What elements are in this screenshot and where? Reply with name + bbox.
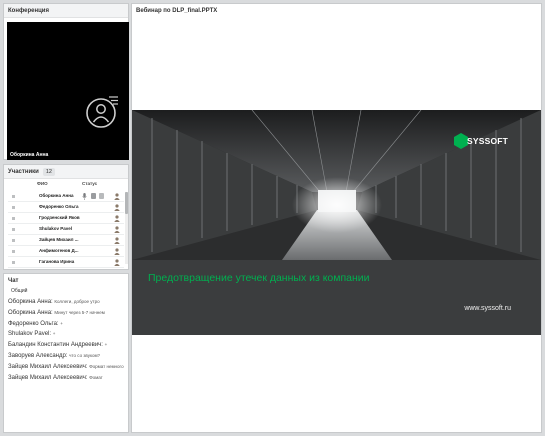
participant-row[interactable]: Оборкина Анна [8,191,124,202]
message-text: Коллеги, доброе утро [54,299,100,304]
chat-message: Оборкина Анна: Коллеги, доброе утро [8,298,126,307]
camera-icon[interactable] [91,193,96,199]
row-checkbox[interactable] [12,261,15,264]
row-checkbox[interactable] [12,228,15,231]
chat-message: Shulakov Pavel: + [8,330,126,339]
message-text: + [104,342,108,348]
user-avatar-icon [114,204,120,211]
logo-shape-icon [454,133,468,149]
message-text: что со звуком? [69,352,101,358]
user-share-icon [86,96,118,128]
row-checkbox[interactable] [12,206,15,209]
participant-row[interactable]: Гродзенский Яков [8,213,124,224]
chat-message: Зайцев Михаил Алексеевич: Фомат [8,374,126,383]
screen-share-icon[interactable] [99,193,104,199]
row-checkbox[interactable] [12,239,15,242]
slide-url: www.syssoft.ru [464,305,511,312]
participants-scrollbar[interactable] [125,192,128,264]
participant-name: Гродзенский Яков [39,215,80,220]
participant-name: Федоренко Ольга [39,204,79,209]
message-text: + [52,331,56,337]
speaker-video[interactable]: Оборкина Анна [7,22,129,160]
message-author: Оборкина Анна: [8,299,53,305]
slide-footer: Предотвращение утечек данных из компании… [132,260,541,335]
participant-name: Анфимогенов Д... [39,248,79,253]
webinar-title: Вебинар по DLP_final.PPTX [132,4,541,18]
user-avatar-icon [114,237,120,244]
user-avatar-icon [114,215,120,222]
participants-title: Участники 12 [4,165,128,179]
message-author: Баландин Константин Андреевич: [8,342,103,349]
participant-row[interactable]: Анфимогенов Д... [8,246,124,257]
chat-title: Чат [4,274,128,288]
row-checkbox[interactable] [12,195,15,198]
participant-name: Оборкина Анна [39,193,74,198]
row-checkbox[interactable] [12,250,15,253]
chat-message: Оборкина Анна: Минут через 5-7 начнем [8,309,126,318]
slide-heading: Предотвращение утечек данных из компании [148,272,370,284]
user-avatar-icon [114,193,120,200]
chat-tab-general[interactable]: Общий [11,288,27,294]
row-checkbox[interactable] [12,217,15,220]
participant-row[interactable]: Зайцев Михаил ... [8,235,124,246]
participant-row[interactable]: Гаганова Ирина [8,257,124,268]
participant-name: Гаганова Ирина [39,259,75,264]
conference-title: Конференция [4,4,128,18]
scrollbar-thumb[interactable] [125,192,128,214]
message-text: Минут через 5-7 начнем [54,309,105,315]
microphone-icon[interactable] [82,193,87,200]
message-text: Формат немного [89,363,124,369]
message-author: Оборкина Анна: [8,309,53,316]
webinar-panel: Вебинар по DLP_final.PPTX Предотвращение… [131,3,542,433]
message-author: Shulakov Pavel: [8,331,52,338]
chat-panel: Чат Общий Оборкина Анна: Коллеги, доброе… [3,273,129,433]
user-avatar-icon [114,248,120,255]
message-author: Зайцев Михаил Алексеевич: [8,374,88,381]
participants-list: Оборкина Анна Федоренко Ольга Гродзенски… [8,191,124,268]
logo-text: SYSSOFT [467,136,509,146]
user-avatar-icon [114,259,120,266]
participant-name: Shulakov Pavel [39,226,73,231]
speaker-name: Оборкина Анна [10,152,49,158]
participants-panel: Участники 12 ФИО Статус Оборкина Анна Фед… [3,164,129,270]
participant-name: Зайцев Михаил ... [39,237,79,242]
conference-panel: Конференция Оборкина Анна [3,3,129,160]
user-avatar-icon [114,226,120,233]
participant-row[interactable]: Федоренко Ольга [8,202,124,213]
syssoft-logo: SYSSOFT [454,129,508,155]
participant-row[interactable]: Shulakov Pavel [8,224,124,235]
message-author: Зайцев Михаил Алексеевич: [8,363,88,370]
chat-message: Заворуев Александр: что со звуком? [8,352,126,361]
participants-count-badge: 12 [42,168,55,176]
chat-messages: Оборкина Анна: Коллеги, доброе утро Обор… [8,298,126,384]
col-name-header[interactable]: ФИО [37,181,48,186]
presentation-slide[interactable]: Предотвращение утечек данных из компании… [132,110,541,335]
message-author: Федоренко Ольга: [8,320,59,327]
participants-label: Участники [8,169,39,175]
message-author: Заворуев Александр: [8,352,68,359]
chat-message: Федоренко Ольга: + [8,320,126,329]
message-text: Фомат [89,374,103,380]
col-status-header[interactable]: Статус [82,181,97,186]
message-text: + [60,320,63,326]
chat-message: Зайцев Михаил Алексеевич: Формат немного [8,363,126,372]
chat-message: Баландин Константин Андреевич: + [8,341,126,350]
